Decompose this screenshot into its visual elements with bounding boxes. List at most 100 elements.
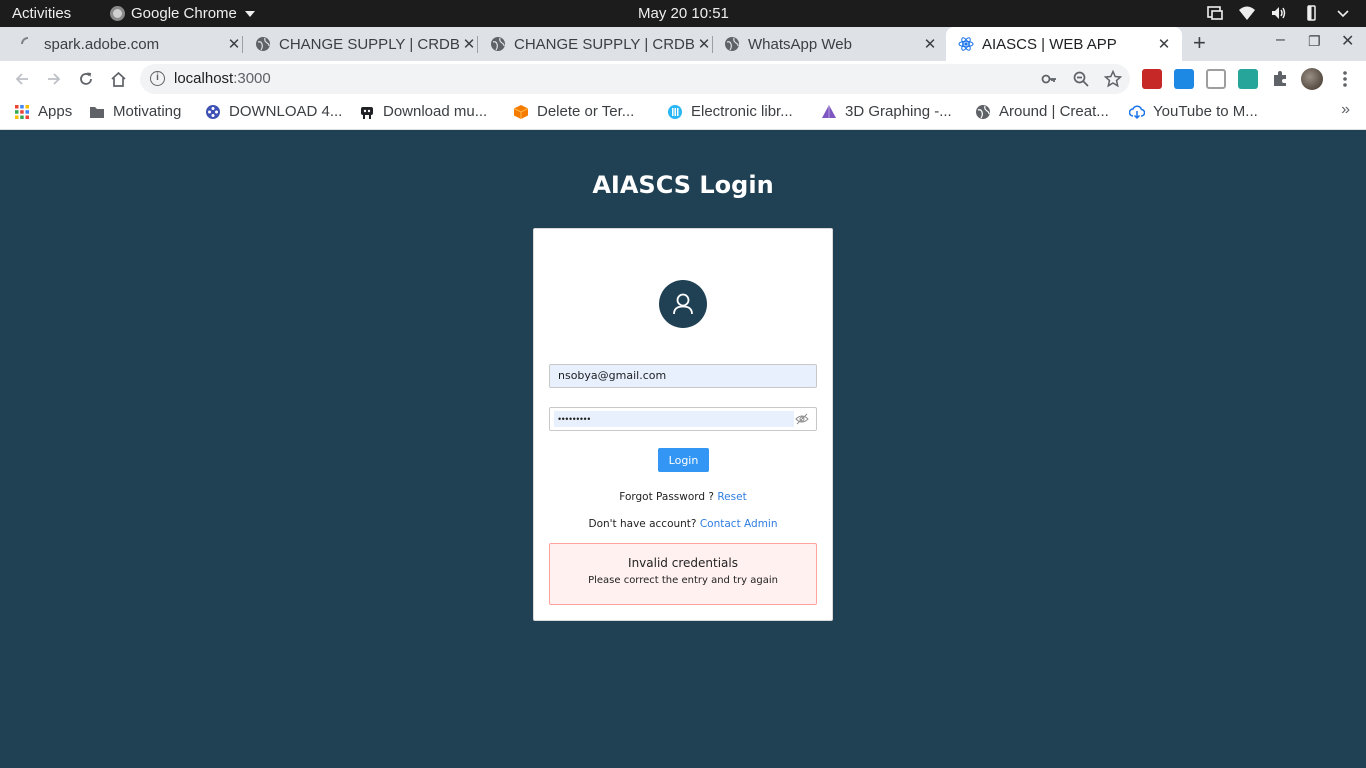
login-button[interactable]: Login — [658, 448, 709, 472]
robot-icon — [359, 104, 375, 120]
browser-toolbar: i localhost:3000 — [0, 61, 1366, 97]
password-field[interactable]: ••••••••• — [549, 407, 817, 431]
extension-teal-icon[interactable] — [1238, 69, 1258, 89]
clock[interactable]: May 20 10:51 — [638, 5, 729, 22]
globe-icon — [724, 36, 740, 52]
restore-icon[interactable]: ❐ — [1308, 33, 1321, 50]
bookmark-electronic-libr[interactable]: Electronic libr... — [667, 103, 793, 120]
forgot-password-line: Forgot Password ? Reset — [534, 491, 832, 503]
site-info-icon[interactable]: i — [150, 71, 165, 86]
tab-aiascs[interactable]: AIASCS | WEB APP ✕ — [946, 27, 1182, 61]
tab-title: WhatsApp Web — [748, 35, 852, 53]
kebab-menu-icon[interactable] — [1333, 67, 1357, 91]
globe-icon — [975, 104, 991, 120]
close-icon[interactable]: ✕ — [922, 35, 938, 53]
globe-icon — [490, 36, 506, 52]
loading-spinner-icon — [20, 36, 36, 52]
volume-icon — [1270, 4, 1288, 22]
zoom-icon[interactable] — [1072, 70, 1090, 88]
login-card: nsobya@gmail.com ••••••••• Login Forgot … — [533, 228, 833, 621]
app-menu-label: Google Chrome — [131, 5, 237, 22]
puzzle-icon[interactable] — [1270, 69, 1290, 89]
battery-icon — [1302, 4, 1320, 22]
tab-strip: spark.adobe.com ✕ CHANGE SUPPLY | CRDB ✕… — [0, 27, 1366, 61]
close-icon[interactable]: ✕ — [226, 35, 242, 53]
chevron-down-icon — [244, 10, 255, 17]
tab-change-supply-2[interactable]: CHANGE SUPPLY | CRDB ✕ — [490, 27, 713, 61]
bookmark-motivating[interactable]: Motivating — [89, 103, 181, 120]
no-account-line: Don't have account? Contact Admin — [534, 518, 832, 530]
url-host: localhost — [174, 70, 234, 87]
bookmark-star-icon[interactable] — [1103, 69, 1123, 88]
power-menu-icon[interactable] — [1334, 4, 1352, 22]
bookmark-label: 3D Graphing -... — [845, 103, 952, 120]
key-icon[interactable] — [1040, 70, 1058, 88]
error-alert: Invalid credentials Please correct the e… — [549, 543, 817, 605]
tab-separator — [712, 36, 713, 53]
bookmark-label: Around | Creat... — [999, 103, 1109, 120]
react-icon — [958, 36, 974, 52]
bookmark-label: Motivating — [113, 103, 182, 120]
tab-title: CHANGE SUPPLY | CRDB — [279, 35, 460, 53]
reload-icon[interactable] — [74, 67, 98, 91]
forward-icon[interactable] — [42, 67, 66, 91]
password-value: ••••••••• — [554, 411, 794, 427]
tab-separator — [242, 36, 243, 53]
screen-share-icon[interactable] — [1206, 4, 1224, 22]
system-tray[interactable] — [1206, 4, 1352, 22]
home-icon[interactable] — [106, 67, 130, 91]
triangle-icon — [821, 104, 837, 120]
eye-invisible-icon[interactable] — [795, 412, 809, 426]
toolbar-divider — [0, 127, 1366, 130]
extension-red-icon[interactable] — [1142, 69, 1162, 89]
orange-cube-icon — [513, 104, 529, 120]
globe-icon — [255, 36, 271, 52]
tab-spark[interactable]: spark.adobe.com ✕ — [20, 27, 243, 61]
bookmark-around-creat[interactable]: Around | Creat... — [975, 103, 1109, 120]
close-icon[interactable]: ✕ — [461, 35, 477, 53]
folder-icon — [89, 104, 105, 120]
close-icon[interactable]: ✕ — [696, 35, 712, 53]
contact-admin-link[interactable]: Contact Admin — [700, 518, 778, 530]
bookmark-apps[interactable]: Apps — [14, 103, 72, 120]
bookmark-label: YouTube to M... — [1153, 103, 1258, 120]
library-icon — [667, 104, 683, 120]
chrome-icon — [110, 6, 125, 21]
bookmark-label: Delete or Ter... — [537, 103, 635, 120]
bookmarks-bar: Apps Motivating DOWNLOAD 4... Download m… — [0, 97, 1366, 127]
tab-title: spark.adobe.com — [44, 35, 160, 53]
user-icon — [659, 280, 707, 328]
extension-gray-icon[interactable] — [1206, 69, 1226, 89]
bookmark-3d-graphing[interactable]: 3D Graphing -... — [821, 103, 952, 120]
minimize-icon[interactable]: – — [1276, 31, 1285, 49]
bookmark-download-mu[interactable]: Download mu... — [359, 103, 487, 120]
close-icon[interactable]: ✕ — [1156, 35, 1172, 53]
wifi-icon — [1238, 4, 1256, 22]
bookmarks-overflow-icon[interactable]: » — [1341, 101, 1350, 119]
reset-link[interactable]: Reset — [717, 491, 746, 503]
back-icon[interactable] — [10, 67, 34, 91]
bookmark-download-4[interactable]: DOWNLOAD 4... — [205, 103, 342, 120]
no-account-text: Don't have account? — [588, 518, 697, 530]
app-menu[interactable]: Google Chrome — [110, 5, 255, 22]
system-top-bar: Activities Google Chrome May 20 10:51 — [0, 0, 1366, 27]
tab-whatsapp[interactable]: WhatsApp Web ✕ — [724, 27, 938, 61]
extension-blue-icon[interactable] — [1174, 69, 1194, 89]
bookmark-label: DOWNLOAD 4... — [229, 103, 343, 120]
url-text[interactable]: localhost:3000 — [174, 70, 271, 87]
bookmark-youtube-to-m[interactable]: YouTube to M... — [1128, 103, 1258, 120]
new-tab-icon[interactable]: + — [1193, 30, 1206, 56]
activities-button[interactable]: Activities — [12, 5, 71, 22]
window-close-icon[interactable]: ✕ — [1341, 31, 1354, 51]
tab-title: CHANGE SUPPLY | CRDB — [514, 35, 695, 53]
address-bar[interactable]: i localhost:3000 — [140, 64, 1130, 94]
film-reel-icon — [205, 104, 221, 120]
bookmark-delete-or-ter[interactable]: Delete or Ter... — [513, 103, 634, 120]
tab-change-supply-1[interactable]: CHANGE SUPPLY | CRDB ✕ — [255, 27, 478, 61]
cloud-download-icon — [1128, 104, 1146, 120]
bookmark-label: Electronic libr... — [691, 103, 793, 120]
profile-avatar[interactable] — [1301, 68, 1323, 90]
email-field[interactable]: nsobya@gmail.com — [549, 364, 817, 388]
apps-grid-icon — [14, 104, 30, 120]
tab-separator — [477, 36, 478, 53]
